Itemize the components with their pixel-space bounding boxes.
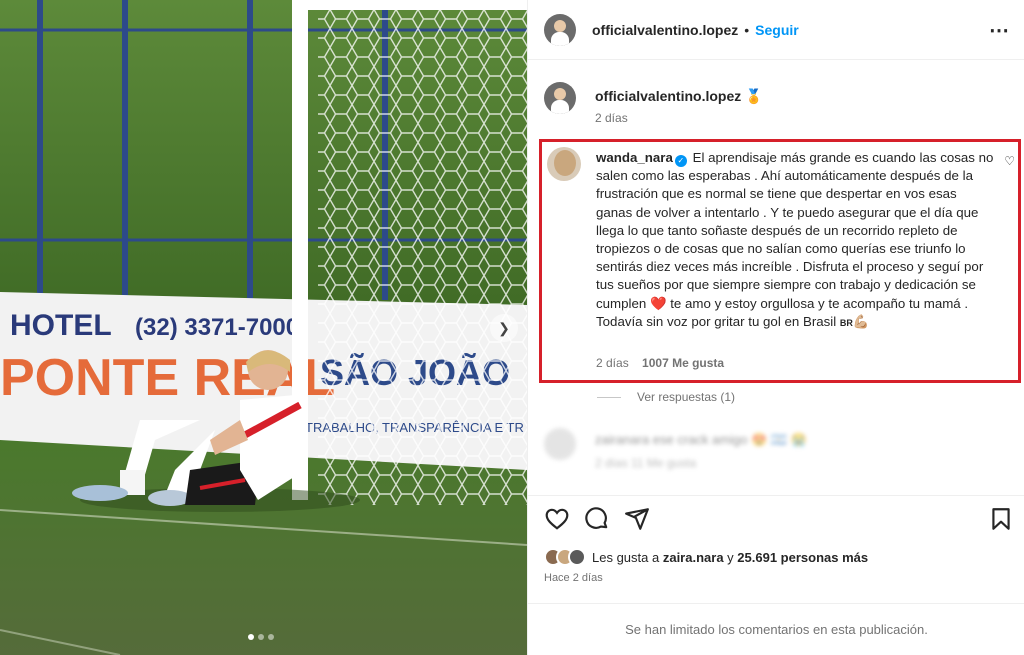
likes-count[interactable]: 25.691 personas más (737, 550, 868, 565)
author-username[interactable]: officialvalentino.lopez (592, 22, 738, 38)
comments-limited-text: Se han limitado los comentarios en esta … (625, 622, 928, 637)
comment-likes[interactable]: 1007 Me gusta (642, 356, 724, 370)
verified-icon: ✓ (674, 155, 687, 167)
carousel-dot (258, 634, 264, 640)
blurred-comment-meta: 2 días 11 Me gusta (595, 456, 697, 470)
post-image: HOTEL (32) 3371-7000 PONTE REAL SÃO JOÃO… (0, 0, 527, 655)
commenter-avatar[interactable] (547, 147, 581, 181)
comment-body-part1: El aprendisaje más grande es cuando las … (596, 150, 994, 311)
view-replies-button[interactable]: Ver respuestas (1) (597, 390, 735, 404)
commenter-username[interactable]: wanda_nara (596, 150, 673, 165)
follow-button[interactable]: Seguir (755, 22, 799, 38)
likes-prefix: Les gusta a (592, 549, 660, 565)
likes-summary: Les gusta a zaira.nara y 25.691 personas… (544, 548, 868, 566)
more-icon[interactable]: ⋯ (989, 18, 1010, 43)
flag-emoji: BR (839, 317, 853, 328)
post-sidebar: officialvalentino.lopez • Seguir ⋯ offic… (527, 0, 1024, 655)
share-icon[interactable] (624, 506, 650, 532)
comment-meta: 2 días 1007 Me gusta (596, 356, 724, 370)
caption-avatar[interactable] (544, 82, 576, 114)
carousel-next-button[interactable]: ❯ (490, 314, 518, 342)
post-header: officialvalentino.lopez • Seguir ⋯ (528, 0, 1024, 60)
comment-like-icon[interactable]: ♡ (1004, 154, 1015, 168)
highlighted-comment: wanda_nara ✓ El aprendisaje más grande es… (539, 139, 1021, 383)
medal-icon: 🏅 (745, 88, 763, 104)
author-avatar[interactable] (544, 13, 576, 46)
comment-age: 2 días (596, 356, 629, 370)
svg-text:HOTEL: HOTEL (10, 309, 112, 342)
likes-user[interactable]: zaira.nara (663, 550, 724, 565)
carousel-dot (268, 634, 274, 640)
view-replies-label: Ver respuestas (1) (637, 390, 736, 404)
save-icon[interactable] (988, 506, 1014, 532)
blurred-comment-text: zairanara ese crack amigo 😍 🇦🇷 😭 (595, 432, 807, 447)
caption-age: 2 días (595, 111, 628, 125)
likes-text[interactable]: Les gusta a zaira.nara y 25.691 personas… (592, 550, 868, 565)
comment-text: wanda_nara ✓ El aprendisaje más grande es… (596, 149, 996, 332)
svg-text:(32) 3371-7000: (32) 3371-7000 (135, 314, 299, 341)
muscle-emoji: 💪🏼 (852, 313, 870, 329)
liker-avatar (568, 548, 586, 566)
blurred-avatar (544, 428, 576, 460)
post-photo[interactable]: HOTEL (32) 3371-7000 PONTE REAL SÃO JOÃO… (0, 0, 527, 655)
comments-limited-notice: Se han limitado los comentarios en esta … (528, 603, 1024, 655)
separator: • (744, 21, 750, 38)
likes-middle: y (727, 549, 734, 565)
carousel-dot (248, 634, 254, 640)
like-icon[interactable] (544, 506, 570, 532)
comment-icon[interactable] (584, 506, 610, 532)
caption-username[interactable]: officialvalentino.lopez 🏅 (595, 88, 763, 105)
action-bar (528, 495, 1024, 543)
carousel-dots (248, 634, 274, 640)
heart-emoji: ❤️ (649, 295, 667, 311)
chevron-right-icon: ❯ (498, 319, 510, 336)
replies-line (597, 396, 621, 398)
post-date: Hace 2 días (544, 572, 603, 584)
blurred-comment: zairanara ese crack amigo 😍 🇦🇷 😭 2 días … (544, 428, 1004, 478)
